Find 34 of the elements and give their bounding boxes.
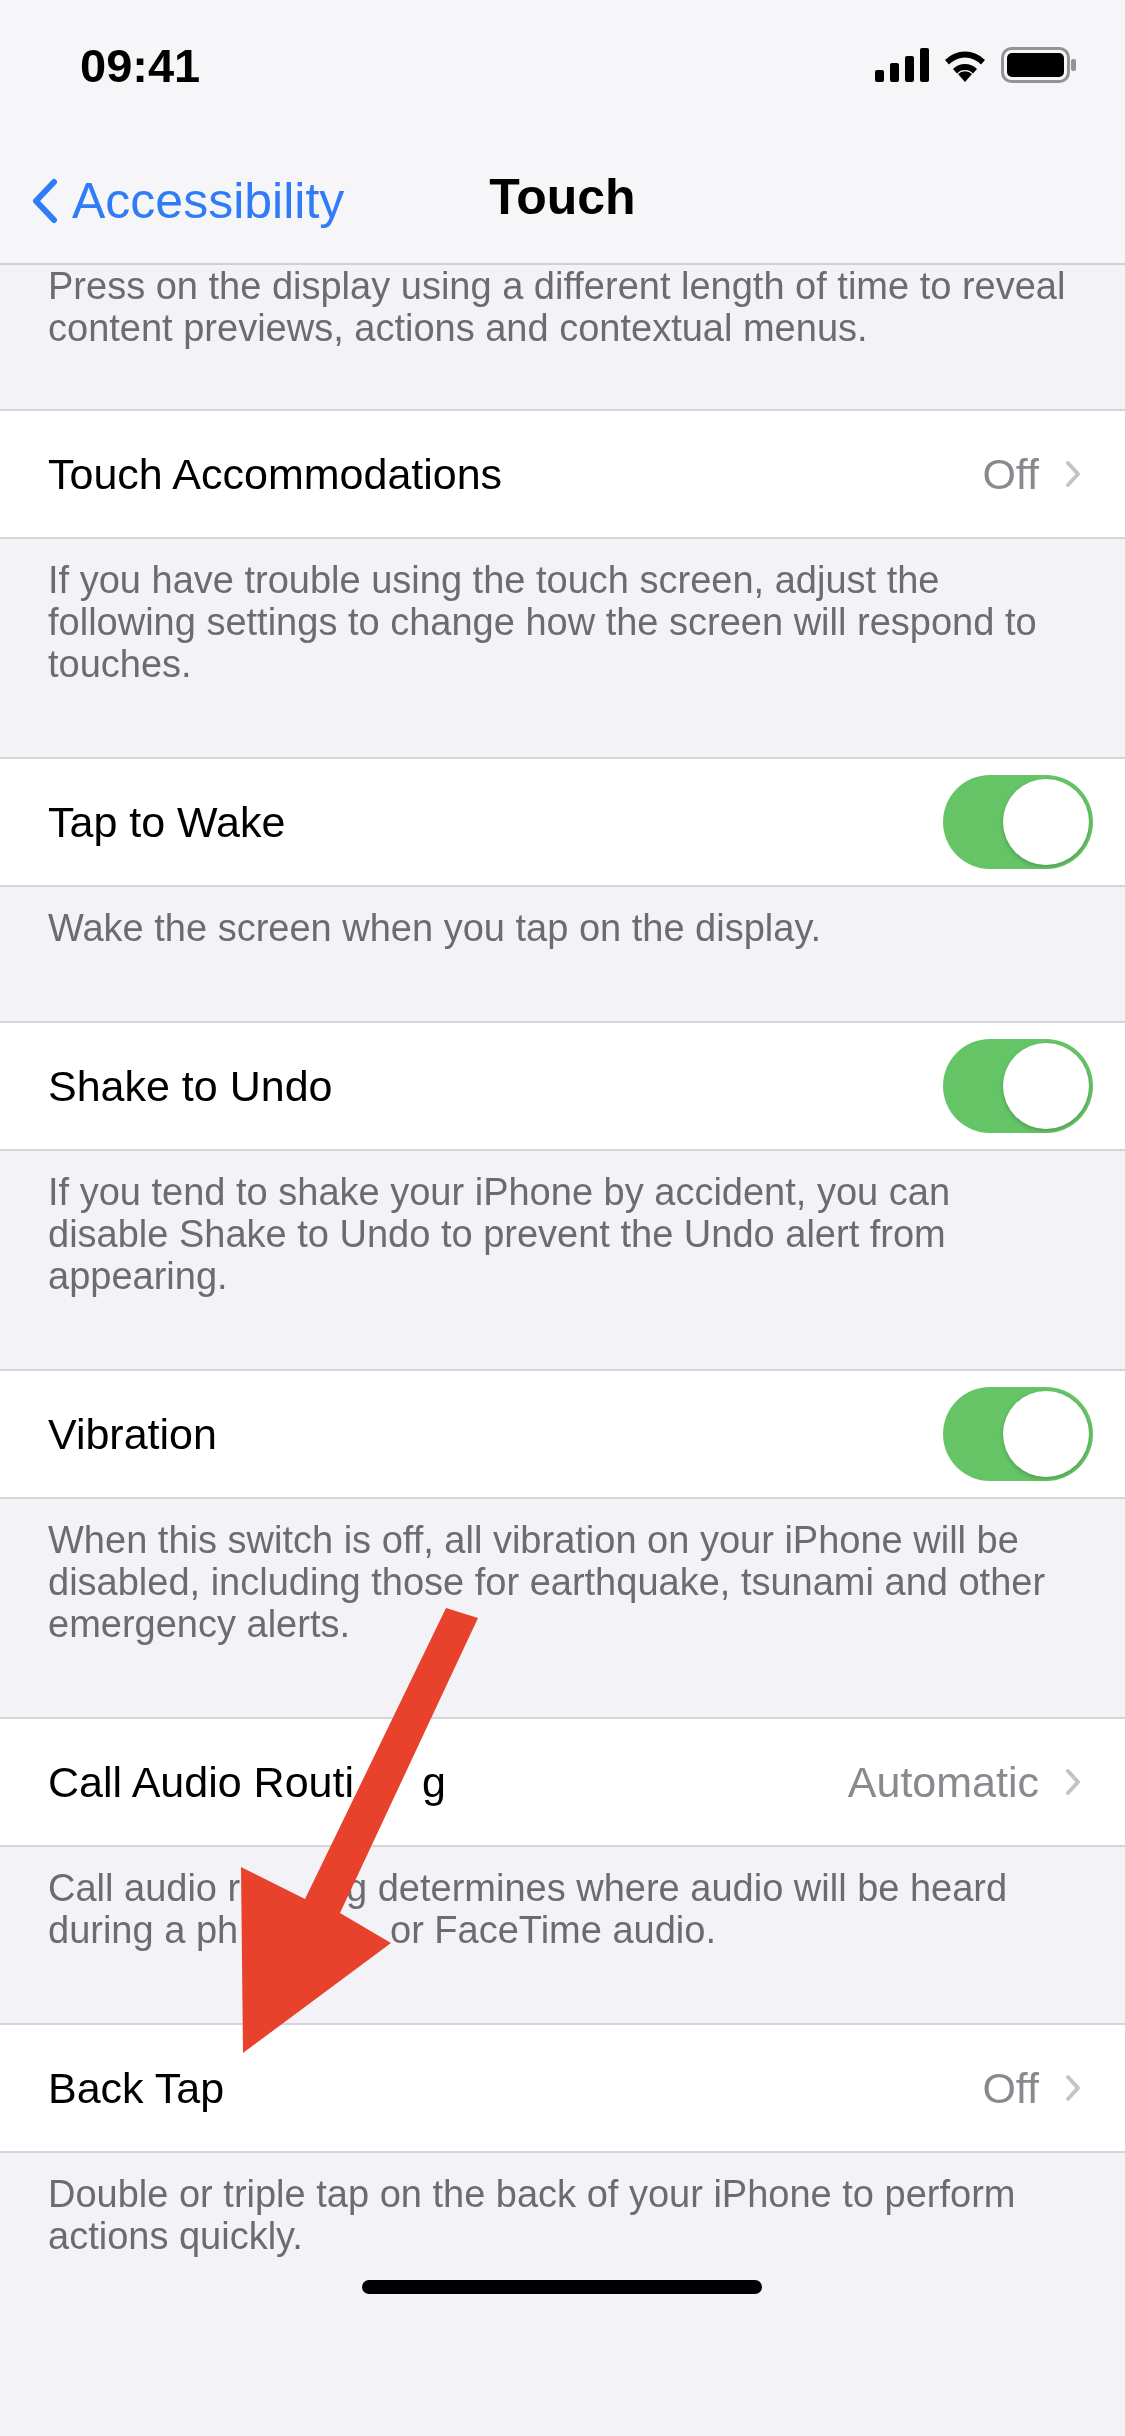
footer-note: or FaceTime audio. bbox=[390, 1909, 716, 1951]
row-label: Back Tap bbox=[48, 2063, 225, 2113]
footer-note: Wake the screen when you tap on the display. bbox=[47, 906, 823, 951]
footer-note: Press on the display using a different length of time to reveal content previews, actions and contextual menus. bbox=[47, 265, 1067, 351]
row-value: Off bbox=[982, 449, 1039, 499]
settings-row[interactable]: Tap to Wake bbox=[0, 757, 1125, 887]
footer-note: Double or triple tap on the back of your iPhone to perform actions quickly. bbox=[47, 2172, 1017, 2257]
battery-icon bbox=[1001, 47, 1077, 83]
settings-row[interactable]: Touch Accommodations Off bbox=[0, 409, 1125, 539]
footer-note: If you have trouble using the touch screen, adjust the following settings to change how the screen will respond to touches. bbox=[47, 558, 1038, 687]
row-label: g bbox=[422, 1757, 446, 1807]
back-chevron-icon bbox=[32, 178, 58, 224]
chevron-icon bbox=[1065, 460, 1081, 488]
row-value: Automatic bbox=[847, 1757, 1039, 1807]
settings-row[interactable]: Back Tap Off bbox=[0, 2023, 1125, 2153]
signal-icon bbox=[875, 48, 929, 82]
chevron-icon bbox=[1065, 1768, 1081, 1796]
back-button[interactable]: Accessibility bbox=[24, 164, 353, 238]
settings-row[interactable]: Call Audio Routi g Automatic bbox=[0, 1717, 1125, 1847]
status-time: 09:41 bbox=[80, 37, 201, 93]
row-label: Call Audio Routi bbox=[48, 1757, 355, 1807]
row-label: Touch Accommodations bbox=[48, 449, 503, 499]
footer-note: during a ph bbox=[48, 1909, 240, 1951]
settings-row[interactable]: Shake to Undo bbox=[0, 1021, 1125, 1151]
chevron-icon bbox=[1065, 2074, 1081, 2102]
settings-row[interactable]: Vibration bbox=[0, 1369, 1125, 1499]
row-label: Shake to Undo bbox=[48, 1061, 333, 1111]
row-value: Off bbox=[982, 2063, 1039, 2113]
row-label: Vibration bbox=[48, 1409, 217, 1459]
footer-note: If you tend to shake your iPhone by accident, you can disable Shake to Undo to prevent the Undo alert from appearing. bbox=[47, 1170, 952, 1299]
row-label: Tap to Wake bbox=[48, 797, 286, 847]
footer-note: When this switch is off, all vibration on your iPhone will be disabled, including those for earthquake, tsunami and other emergency alerts. bbox=[47, 1518, 1047, 1647]
footer-note: Call audio r bbox=[48, 1867, 242, 1909]
page-title: Touch bbox=[489, 167, 636, 226]
